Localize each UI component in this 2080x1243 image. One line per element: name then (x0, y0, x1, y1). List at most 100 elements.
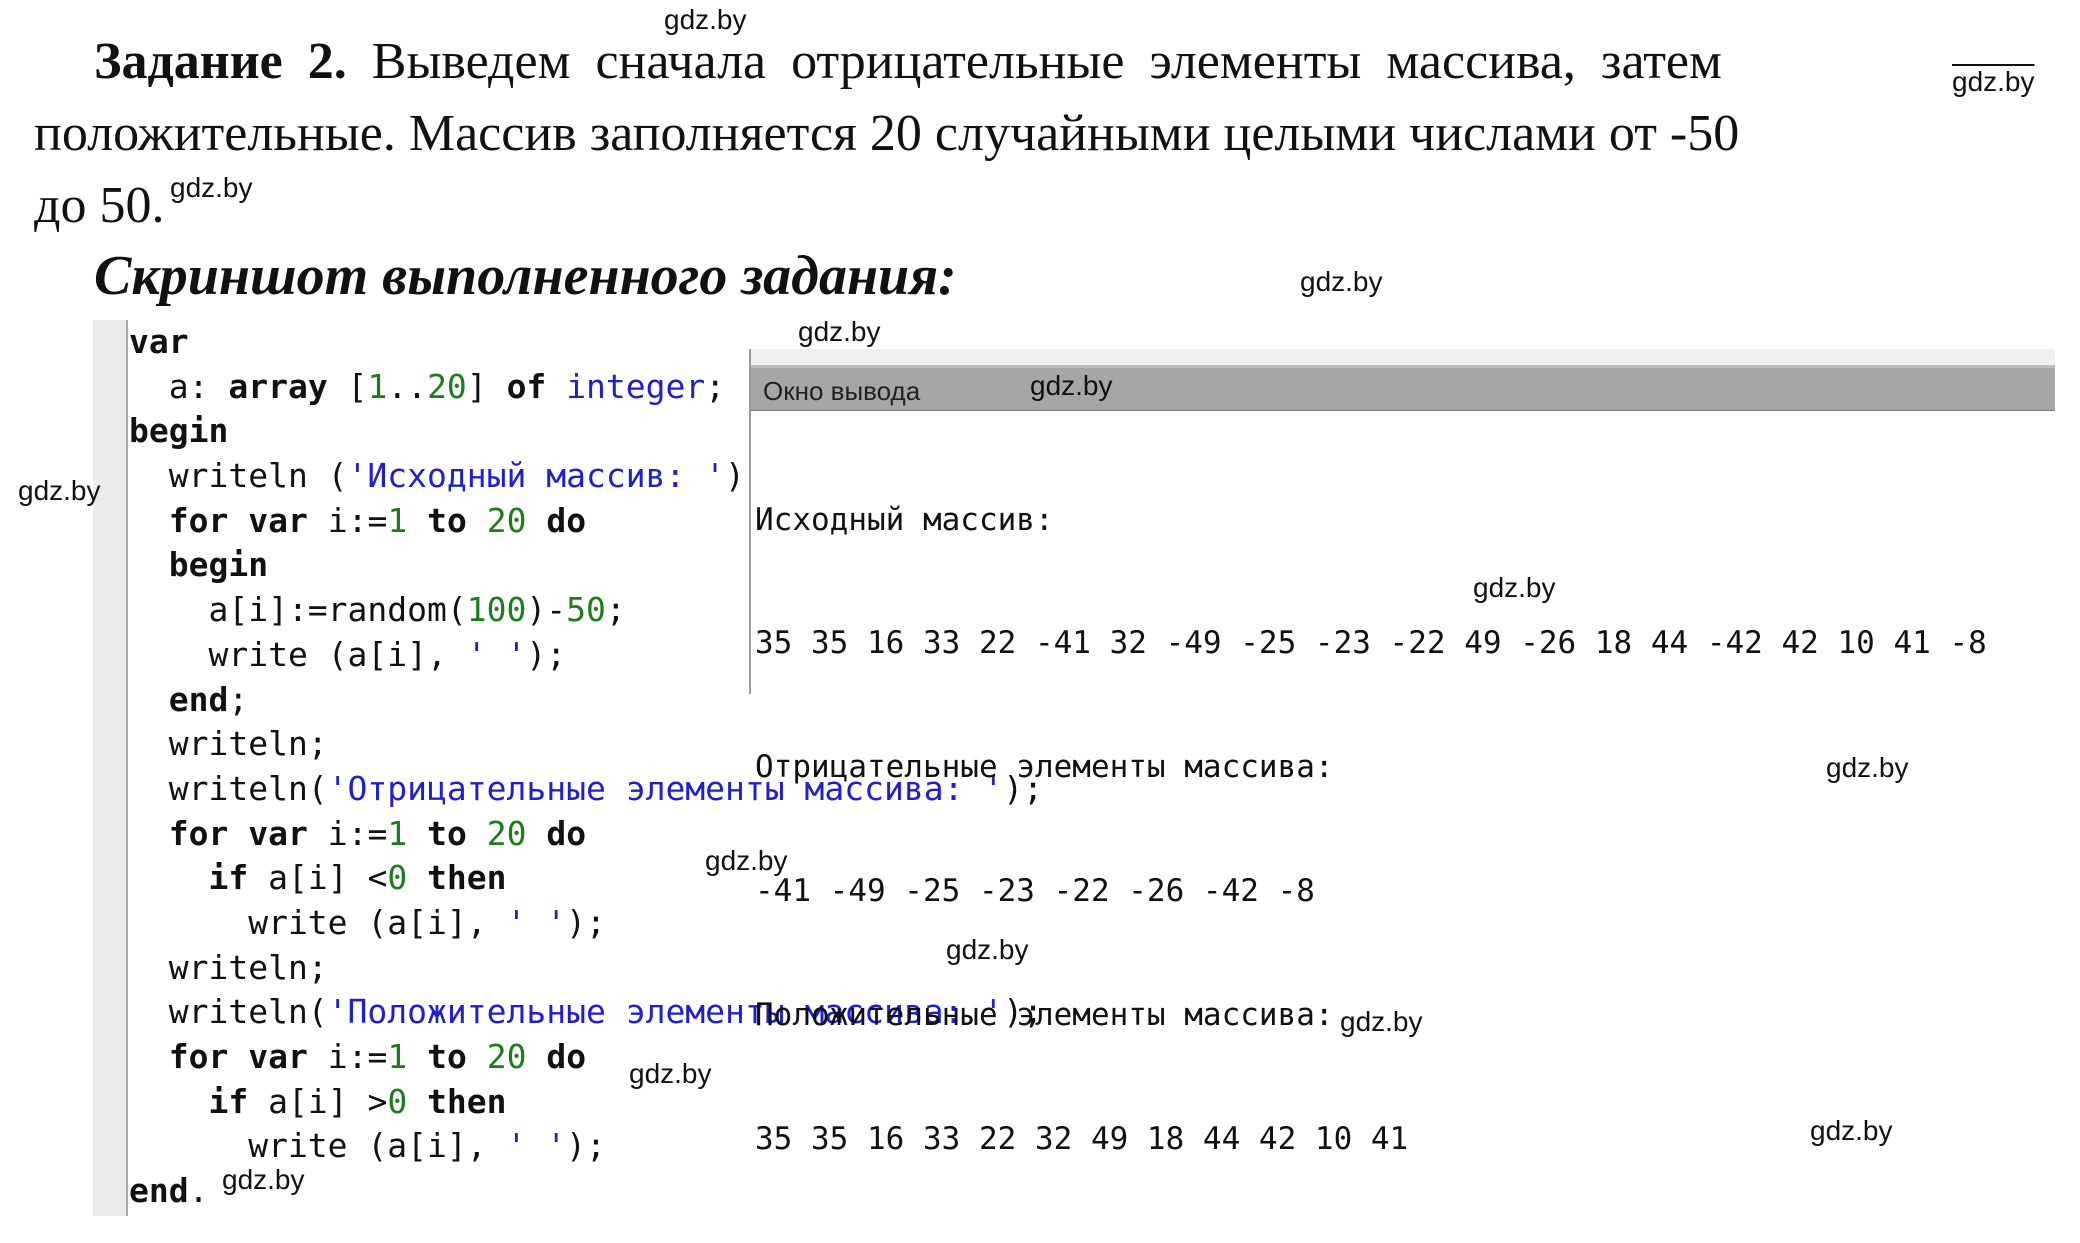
output-window-header: Окно вывода (751, 368, 2055, 411)
watermark: gdz.by (1030, 370, 1113, 401)
keyword-token: if (208, 1081, 249, 1121)
keyword-token: for (168, 500, 229, 540)
task-label: Задание 2. (94, 33, 347, 90)
code-token: writeln; (129, 724, 328, 764)
task-text-1: Выведем сначала отрицательные элементы м… (371, 33, 1722, 90)
keyword-token: var (129, 322, 189, 361)
code-token: ; (228, 679, 249, 719)
string-token: 'Исходный массив: ' (347, 456, 726, 496)
code-token: i:= (307, 500, 388, 540)
task-line-1: Задание 2. Выведем сначала отрицательные… (94, 26, 1722, 98)
code-token: )- (526, 590, 567, 630)
watermark: gdz.by (664, 4, 747, 35)
keyword-token: do (546, 813, 587, 853)
keyword-token: do (546, 500, 587, 540)
keyword-token: begin (129, 411, 229, 451)
code-token: writeln; (129, 947, 328, 987)
code-token: ); (566, 1126, 606, 1166)
watermark: gdz.by (629, 1058, 712, 1089)
keyword-token: begin (168, 545, 269, 585)
code-token: writeln ( (129, 456, 348, 496)
watermark: gdz.by (1300, 266, 1383, 297)
keyword-token: var (248, 1037, 308, 1076)
code-token: ; (705, 366, 726, 406)
code-token: write (a[i], (129, 902, 507, 942)
string-token: ' ' (506, 1126, 567, 1166)
code-token: write (a[i], (129, 1126, 507, 1166)
number-token: 20 (486, 500, 527, 540)
watermark: gdz.by (946, 934, 1029, 965)
code-token: [ (327, 366, 368, 406)
keyword-token: to (427, 1037, 467, 1076)
keyword-token: end (129, 1171, 189, 1211)
watermark: gdz.by (1826, 752, 1909, 783)
number-token: 0 (387, 1081, 408, 1121)
code-token: write (a[i], (129, 634, 467, 674)
task-line-2: положительные. Массив заполняется 20 слу… (34, 105, 1740, 162)
keyword-token: var (248, 500, 308, 540)
code-token: ); (566, 902, 606, 942)
output-line: 35 35 16 33 22 32 49 18 44 42 10 41 (755, 1121, 1409, 1158)
number-token: 1 (387, 813, 408, 853)
watermark: gdz.by (798, 316, 881, 347)
keyword-token: do (546, 1037, 587, 1076)
number-token: 20 (486, 1037, 527, 1076)
number-token: 20 (486, 813, 527, 853)
string-token: ' ' (506, 902, 567, 942)
number-token: 0 (387, 858, 408, 898)
output-line: Отрицательные элементы массива: (755, 749, 1334, 786)
number-token: 1 (367, 366, 388, 406)
keyword-token: if (208, 858, 249, 898)
number-token: 100 (466, 590, 527, 630)
keyword-token: of (506, 366, 547, 406)
code-token: a[i] < (248, 858, 388, 898)
string-token: integer (566, 366, 706, 406)
number-token: 1 (387, 500, 408, 540)
watermark: gdz.by (18, 475, 101, 506)
keyword-token: var (248, 813, 308, 853)
task-line-3: до 50. (34, 177, 165, 234)
code-token: .. (387, 366, 428, 406)
code-token: a[i] > (248, 1081, 388, 1121)
watermark: gdz.by (1473, 572, 1556, 603)
output-window-title: Окно вывода (763, 376, 921, 406)
number-token: 1 (387, 1037, 408, 1076)
code-token: writeln( (129, 768, 328, 808)
code-token: ] (466, 366, 507, 406)
watermark: gdz.by (1952, 66, 2035, 97)
code-token: i:= (307, 813, 388, 853)
number-token: 50 (566, 590, 606, 630)
output-window-topbar (751, 349, 2055, 368)
keyword-token: to (427, 500, 467, 540)
watermark: gdz.by (705, 845, 788, 876)
code-token: writeln( (129, 992, 328, 1032)
code-token: a[i]:=random( (129, 590, 467, 630)
watermark: gdz.by (222, 1164, 305, 1195)
output-line: Исходный массив: (755, 501, 1054, 538)
number-token: 20 (427, 366, 467, 406)
watermark: gdz.by (170, 172, 253, 203)
output-line: -41 -49 -25 -23 -22 -26 -42 -8 (755, 873, 1315, 910)
output-line: 35 35 16 33 22 -41 32 -49 -25 -23 -22 49… (755, 625, 1987, 662)
watermark: gdz.by (1810, 1115, 1893, 1146)
keyword-token: array (228, 366, 328, 406)
code-token: ; (605, 590, 626, 630)
keyword-token: to (427, 813, 467, 853)
watermark: gdz.by (1340, 1006, 1423, 1037)
